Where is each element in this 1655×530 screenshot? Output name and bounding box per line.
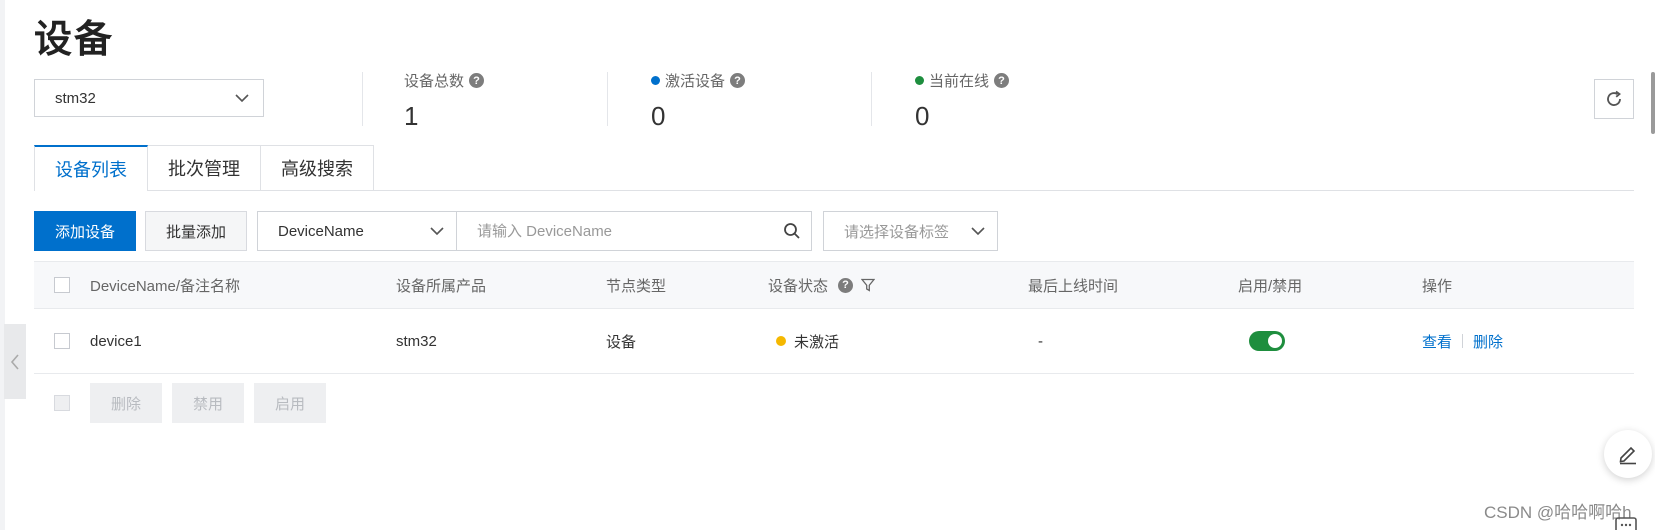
search-field-value: DeviceName xyxy=(278,222,364,240)
select-all-checkbox[interactable] xyxy=(54,277,70,293)
device-tag-placeholder: 请选择设备标签 xyxy=(844,223,950,241)
stat-online-devices: 当前在线 ? 0 xyxy=(915,70,1010,132)
chevron-down-icon xyxy=(430,226,444,235)
stats-divider xyxy=(607,72,608,126)
tab-bar: 设备列表 批次管理 高级搜索 xyxy=(34,145,374,191)
floating-edit-button[interactable] xyxy=(1604,430,1652,478)
column-header-last-online: 最后上线时间 xyxy=(1028,277,1119,295)
stat-value: 1 xyxy=(404,101,419,131)
search-field-select[interactable]: DeviceName xyxy=(257,211,457,251)
device-status-cell: 未激活 xyxy=(776,309,839,373)
search-box xyxy=(456,211,812,251)
column-header-name: DeviceName/备注名称 xyxy=(90,277,241,295)
view-link[interactable]: 查看 xyxy=(1422,331,1452,352)
stat-value: 0 xyxy=(651,101,666,131)
refresh-icon xyxy=(1607,90,1621,106)
device-name-cell: device1 xyxy=(90,332,142,350)
column-header-product: 设备所属产品 xyxy=(396,277,487,295)
search-icon[interactable] xyxy=(783,222,801,240)
stats-divider xyxy=(871,72,872,126)
page-title: 设备 xyxy=(34,19,115,61)
left-edge-bar xyxy=(0,0,5,530)
stat-label: 设备总数 xyxy=(404,73,465,90)
chat-icon[interactable] xyxy=(1614,516,1638,530)
column-header-status: 设备状态 ? xyxy=(768,262,876,308)
toggle-knob xyxy=(1268,334,1282,348)
add-device-button[interactable]: 添加设备 xyxy=(34,211,136,251)
tab-batch-management[interactable]: 批次管理 xyxy=(147,145,261,190)
column-header-status-label: 设备状态 xyxy=(768,277,829,295)
status-dot-green xyxy=(915,76,924,85)
table-row: device1 stm32 设备 未激活 - 查看 删除 xyxy=(34,309,1634,374)
stat-total-devices: 设备总数 ? 1 xyxy=(404,70,485,132)
row-checkbox[interactable] xyxy=(54,333,70,349)
bulk-select-checkbox[interactable] xyxy=(54,395,70,411)
device-status-text: 未激活 xyxy=(794,333,840,351)
table-header: DeviceName/备注名称 设备所属产品 节点类型 设备状态 ? 最后上线时… xyxy=(34,261,1634,309)
stat-value: 0 xyxy=(915,101,930,131)
column-header-enable: 启用/禁用 xyxy=(1238,277,1303,295)
edit-icon xyxy=(1619,446,1636,465)
device-enable-cell xyxy=(1249,309,1285,373)
page-scrollbar[interactable] xyxy=(1651,72,1655,134)
chevron-down-icon xyxy=(235,93,249,102)
chevron-down-icon xyxy=(971,226,985,235)
status-dot-blue xyxy=(651,76,660,85)
delete-link[interactable]: 删除 xyxy=(1473,331,1503,352)
stat-label: 当前在线 xyxy=(929,73,990,90)
stats-divider xyxy=(362,72,363,126)
device-actions-cell: 查看 删除 xyxy=(1422,309,1503,373)
action-separator xyxy=(1462,334,1464,348)
stat-active-devices: 激活设备 ? 0 xyxy=(651,70,746,132)
bulk-delete-button[interactable]: 删除 xyxy=(90,383,162,423)
help-icon[interactable]: ? xyxy=(994,73,1010,88)
watermark: CSDN @哈哈啊哈h xyxy=(1484,503,1632,522)
device-last-online-cell: - xyxy=(1038,332,1043,350)
stat-label: 激活设备 xyxy=(665,73,726,90)
device-node-type-cell: 设备 xyxy=(606,333,637,351)
batch-add-button[interactable]: 批量添加 xyxy=(145,211,247,251)
tabs-underline xyxy=(34,190,1634,191)
product-select[interactable]: stm32 xyxy=(34,79,264,117)
refresh-button[interactable] xyxy=(1594,79,1634,119)
search-input[interactable] xyxy=(457,212,783,250)
enable-toggle[interactable] xyxy=(1249,331,1285,351)
chevron-left-icon xyxy=(10,353,19,370)
device-product-cell: stm32 xyxy=(396,332,437,350)
sidebar-collapse-button[interactable] xyxy=(4,324,26,399)
filter-icon[interactable] xyxy=(861,278,876,292)
help-icon[interactable]: ? xyxy=(730,73,746,88)
help-icon[interactable]: ? xyxy=(838,277,854,293)
device-tag-select[interactable]: 请选择设备标签 xyxy=(823,211,998,251)
status-dot-inactive xyxy=(776,336,786,346)
tab-advanced-search[interactable]: 高级搜索 xyxy=(260,145,374,190)
column-header-actions: 操作 xyxy=(1422,277,1453,295)
bulk-actions-bar: 删除 禁用 启用 xyxy=(34,383,336,423)
device-table: DeviceName/备注名称 设备所属产品 节点类型 设备状态 ? 最后上线时… xyxy=(34,261,1634,374)
product-select-value: stm32 xyxy=(55,89,96,107)
tab-device-list[interactable]: 设备列表 xyxy=(34,145,148,191)
help-icon[interactable]: ? xyxy=(469,73,485,88)
bulk-enable-button[interactable]: 启用 xyxy=(254,383,326,423)
column-header-node-type: 节点类型 xyxy=(606,277,667,295)
bulk-disable-button[interactable]: 禁用 xyxy=(172,383,244,423)
